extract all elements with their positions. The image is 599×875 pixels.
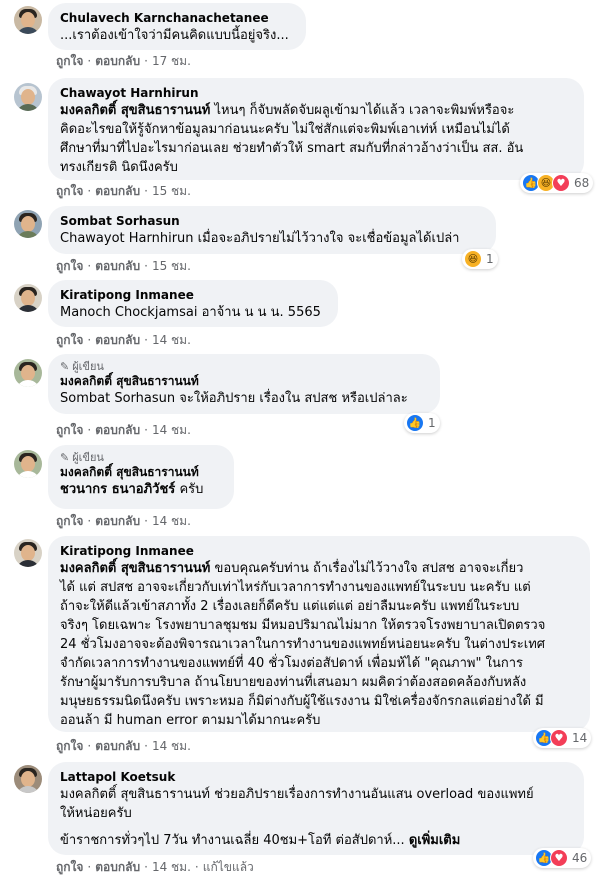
commenter-name[interactable]: มงคลกิตติ์ สุขสินธารานนท์ (60, 374, 428, 389)
love-reaction-icon: ♥ (550, 849, 568, 867)
reply-link[interactable]: ตอบกลับ (95, 514, 140, 528)
comment-bubble: Chawayot Harnhirun มงคลกิตติ์ สุขสินธารา… (48, 78, 584, 180)
comment-text: Chawayot Harnhirun เมื่อจะอภิปรายไม่ไว้ว… (60, 231, 460, 246)
comment-text: มงคลกิตติ์ สุขสินธารานนท์ ช่วยอภิปรายเรื… (60, 787, 534, 848)
mention-tag[interactable]: Manoch Chockjamsai (60, 305, 197, 320)
comment-bubble: Kiratipong Inmanee มงคลกิตติ์ สุขสินธารา… (48, 536, 590, 732)
comment-bubble: ✎ ผู้เขียน มงคลกิตติ์ สุขสินธารานนท์ ชวนา… (48, 445, 234, 509)
avatar[interactable] (14, 284, 42, 312)
like-link[interactable]: ถูกใจ (56, 739, 83, 753)
comment-bubble: Lattapol Koetsuk มงคลกิตติ์ สุขสินธารานน… (48, 762, 584, 855)
like-link[interactable]: ถูกใจ (56, 423, 83, 437)
haha-reaction-icon: 😆 (464, 250, 482, 268)
timestamp[interactable]: 15 ชม. (152, 184, 191, 198)
reaction-count: 1 (428, 416, 436, 430)
like-link[interactable]: ถูกใจ (56, 860, 83, 874)
commenter-name[interactable]: Lattapol Koetsuk (60, 770, 572, 785)
reply-link[interactable]: ตอบกลับ (95, 333, 140, 347)
timestamp[interactable]: 14 ชม. (152, 423, 191, 437)
avatar[interactable] (14, 359, 42, 387)
author-badge: ✎ ผู้เขียน (60, 451, 104, 464)
reply-link[interactable]: ตอบกลับ (95, 184, 140, 198)
commenter-name[interactable]: Kiratipong Inmanee (60, 544, 578, 559)
comment-actions: ถูกใจ · ตอบกลับ · 14 ชม. (56, 514, 191, 528)
like-link[interactable]: ถูกใจ (56, 333, 83, 347)
timestamp[interactable]: 14 ชม. (152, 739, 191, 753)
avatar[interactable] (14, 210, 42, 238)
avatar[interactable] (14, 6, 42, 34)
like-link[interactable]: ถูกใจ (56, 514, 83, 528)
like-link[interactable]: ถูกใจ (56, 259, 83, 273)
timestamp[interactable]: 14 ชม. (152, 514, 191, 528)
comment-text: มงคลกิตติ์ สุขสินธารานนท์ ขอบคุณครับท่าน… (60, 561, 546, 728)
like-link[interactable]: ถูกใจ (56, 184, 83, 198)
mention-tag[interactable]: ชวนากร ธนาอภิวัชร์ (60, 482, 175, 497)
reply-link[interactable]: ตอบกลับ (95, 860, 140, 874)
love-reaction-icon: ♥ (552, 174, 570, 192)
reaction-count: 14 (572, 731, 588, 745)
avatar[interactable] (14, 539, 42, 567)
reply-link[interactable]: ตอบกลับ (95, 739, 140, 753)
reaction-summary[interactable]: 👍 ♥ 14 (533, 728, 592, 748)
reply-link[interactable]: ตอบกลับ (95, 54, 140, 68)
comment-actions: ถูกใจ · ตอบกลับ · 15 ชม. (56, 259, 191, 273)
comment-text: Sombat Sorhasun จะให้อภิปราย เรื่องใน สป… (60, 391, 408, 406)
commenter-name[interactable]: มงคลกิตติ์ สุขสินธารานนท์ (60, 465, 222, 480)
pencil-icon: ✎ (60, 451, 70, 464)
comment-actions: ถูกใจ · ตอบกลับ · 14 ชม. (56, 739, 191, 753)
like-reaction-icon: 👍 (406, 414, 424, 432)
like-link[interactable]: ถูกใจ (56, 54, 83, 68)
comment-text: มงคลกิตติ์ สุขสินธารานนท์ ไหนๆ ก็จับพลัด… (60, 103, 524, 175)
reply-link[interactable]: ตอบกลับ (95, 259, 140, 273)
comment-actions: ถูกใจ · ตอบกลับ · 14 ชม. (56, 423, 191, 437)
reaction-count: 1 (486, 252, 494, 266)
love-reaction-icon: ♥ (550, 729, 568, 747)
avatar[interactable] (14, 83, 42, 111)
reaction-count: 46 (572, 851, 588, 865)
reply-link[interactable]: ตอบกลับ (95, 423, 140, 437)
timestamp[interactable]: 14 ชม. (152, 860, 191, 874)
pencil-icon: ✎ (60, 360, 70, 373)
comment-bubble: Sombat Sorhasun Chawayot Harnhirun เมื่อ… (48, 206, 496, 254)
mention-tag[interactable]: Chawayot Harnhirun (60, 231, 194, 246)
comment-text: ...เราต้องเข้าใจว่ามีคนคิดแบบนี้อยู่จริง… (60, 28, 289, 43)
mention-tag[interactable]: มงคลกิตติ์ สุขสินธารานนท์ (60, 561, 210, 576)
comment-actions: ถูกใจ · ตอบกลับ · 14 ชม. · แก้ไขแล้ว (56, 860, 254, 874)
reaction-summary[interactable]: 👍 1 (404, 413, 440, 433)
commenter-name[interactable]: Kiratipong Inmanee (60, 288, 326, 303)
timestamp[interactable]: 15 ชม. (152, 259, 191, 273)
commenter-name[interactable]: Chawayot Harnhirun (60, 86, 572, 101)
comment-text: ชวนากร ธนาอภิวัชร์ ครับ (60, 482, 204, 497)
comment-actions: ถูกใจ · ตอบกลับ · 14 ชม. (56, 333, 191, 347)
mention-tag[interactable]: มงคลกิตติ์ สุขสินธารานนท์ (60, 103, 210, 118)
commenter-name[interactable]: Sombat Sorhasun (60, 214, 484, 229)
reaction-count: 68 (574, 176, 590, 190)
author-badge: ✎ ผู้เขียน (60, 360, 104, 373)
comment-bubble: ✎ ผู้เขียน มงคลกิตติ์ สุขสินธารานนท์ Somb… (48, 354, 440, 414)
avatar[interactable] (14, 450, 42, 478)
comment-text: Manoch Chockjamsai อาจ้าน น น น. 5565 (60, 305, 321, 320)
avatar[interactable] (14, 765, 42, 793)
timestamp[interactable]: 14 ชม. (152, 333, 191, 347)
see-more-link[interactable]: ดูเพิ่มเติม (409, 833, 460, 848)
commenter-name[interactable]: Chulavech Karnchanachetanee (60, 11, 294, 26)
edited-label: แก้ไขแล้ว (202, 860, 254, 874)
comment-actions: ถูกใจ · ตอบกลับ · 15 ชม. (56, 184, 191, 198)
timestamp[interactable]: 17 ชม. (152, 54, 191, 68)
reaction-summary[interactable]: 😆 1 (462, 249, 498, 269)
comment-bubble: Chulavech Karnchanachetanee ...เราต้องเข… (48, 3, 306, 50)
comment-actions: ถูกใจ · ตอบกลับ · 17 ชม. (56, 54, 191, 68)
comment-bubble: Kiratipong Inmanee Manoch Chockjamsai อา… (48, 280, 338, 327)
reaction-summary[interactable]: 👍 😆 ♥ 68 (520, 173, 594, 193)
mention-tag[interactable]: Sombat Sorhasun (60, 391, 175, 406)
reaction-summary[interactable]: 👍 ♥ 46 (533, 848, 592, 868)
